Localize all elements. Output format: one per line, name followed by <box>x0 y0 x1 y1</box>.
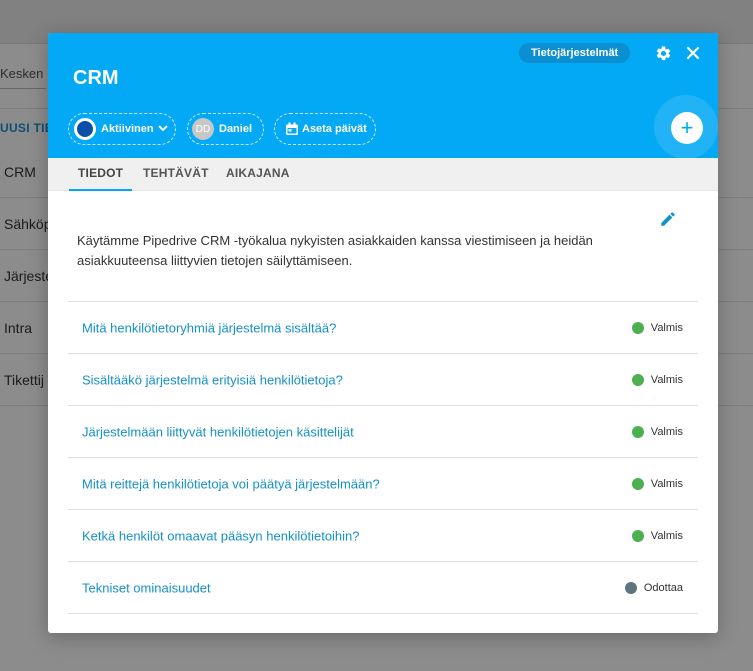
question-link[interactable]: Mitä henkilötietoryhmiä järjestelmä sisä… <box>82 320 336 335</box>
system-description: Käytämme Pipedrive CRM -työkalua nykyist… <box>77 233 593 268</box>
status-indicator-icon <box>74 118 96 140</box>
chevron-down-icon <box>157 123 168 135</box>
question-link[interactable]: Tekniset ominaisuudet <box>82 580 211 595</box>
question-link[interactable]: Järjestelmään liittyvät henkilötietojen … <box>82 424 354 439</box>
status-text: Valmis <box>650 425 683 438</box>
status-badge: Valmis <box>631 373 683 386</box>
calendar-icon <box>286 122 298 135</box>
system-detail-modal: Tietojärjestelmät CRM Aktiivinen DD Dani… <box>48 33 718 633</box>
question-link[interactable]: Ketkä henkilöt omaavat pääsyn henkilötie… <box>82 528 360 543</box>
status-dot-icon <box>624 581 637 594</box>
close-icon[interactable] <box>682 42 704 64</box>
add-button[interactable]: + <box>671 112 703 144</box>
status-text: Valmis <box>650 477 683 490</box>
category-badge[interactable]: Tietojärjestelmät <box>519 43 631 63</box>
question-row[interactable]: Ketkä henkilöt omaavat pääsyn henkilötie… <box>68 510 698 562</box>
status-text: Valmis <box>650 373 683 386</box>
tab-tasks[interactable]: TEHTÄVÄT <box>143 158 209 191</box>
pencil-icon[interactable] <box>659 210 679 230</box>
status-label: Aktiivinen <box>101 123 154 135</box>
question-row[interactable]: Tekniset ominaisuudet Odottaa <box>68 562 698 614</box>
question-link[interactable]: Sisältääkö järjestelmä erityisiä henkilö… <box>82 372 343 387</box>
status-dot-icon <box>631 529 644 542</box>
question-link[interactable]: Mitä reittejä henkilötietoja voi päätyä … <box>82 476 380 491</box>
question-row[interactable]: Mitä reittejä henkilötietoja voi päätyä … <box>68 458 698 510</box>
question-list: Mitä henkilötietoryhmiä järjestelmä sisä… <box>68 301 698 614</box>
status-badge: Odottaa <box>624 581 683 594</box>
tab-bar: TIEDOT TEHTÄVÄT AIKAJANA <box>48 158 718 191</box>
plus-icon: + <box>680 115 694 140</box>
status-text: Odottaa <box>643 581 683 594</box>
modal-header: Tietojärjestelmät CRM Aktiivinen DD Dani… <box>48 33 718 159</box>
question-row[interactable]: Mitä henkilötietoryhmiä järjestelmä sisä… <box>68 302 698 354</box>
avatar: DD <box>192 118 214 140</box>
status-dot-icon <box>631 477 644 490</box>
modal-title: CRM <box>73 67 119 89</box>
owner-chip[interactable]: DD Daniel <box>187 113 264 145</box>
status-badge: Valmis <box>631 529 683 542</box>
status-badge: Valmis <box>631 425 683 438</box>
question-row[interactable]: Sisältääkö järjestelmä erityisiä henkilö… <box>68 354 698 406</box>
status-dot-icon <box>631 321 644 334</box>
tab-info[interactable]: TIEDOT <box>69 158 133 191</box>
status-dot-icon <box>631 425 644 438</box>
status-dropdown[interactable]: Aktiivinen <box>68 113 176 145</box>
status-text: Valmis <box>650 321 683 334</box>
status-text: Valmis <box>650 529 683 542</box>
status-badge: Valmis <box>631 477 683 490</box>
set-dates-button[interactable]: Aseta päivät <box>274 113 376 145</box>
question-row[interactable]: Järjestelmään liittyvät henkilötietojen … <box>68 406 698 458</box>
gear-icon[interactable] <box>652 42 674 64</box>
owner-label: Daniel <box>219 123 253 135</box>
tab-timeline[interactable]: AIKAJANA <box>226 158 290 191</box>
set-dates-label: Aseta päivät <box>302 123 367 135</box>
status-badge: Valmis <box>631 321 683 334</box>
status-dot-icon <box>631 373 644 386</box>
